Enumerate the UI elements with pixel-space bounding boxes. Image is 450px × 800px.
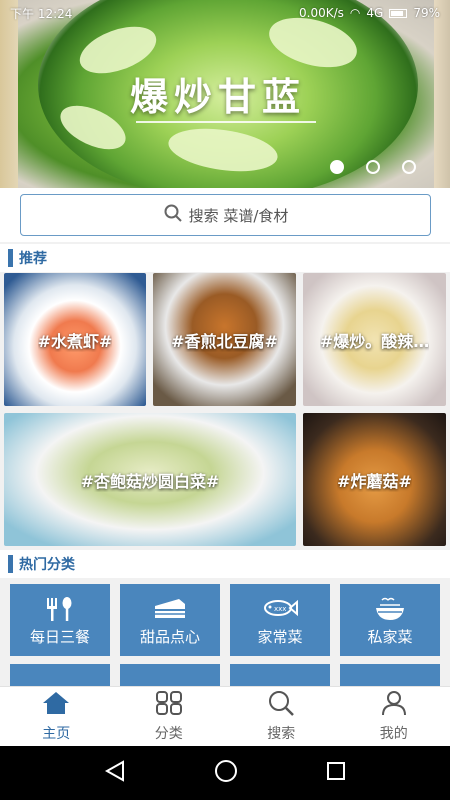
app-screen: 爆炒甘蓝 下午 12:24 0.00K/s ◠ 4G 79% 搜索 菜谱/食材 … [0, 0, 450, 746]
back-icon[interactable] [103, 759, 127, 787]
cake-icon [153, 596, 187, 626]
search-input[interactable]: 搜索 菜谱/食材 [20, 194, 431, 236]
carousel-dot-2[interactable] [366, 160, 380, 174]
recents-icon[interactable] [325, 760, 347, 786]
tab-label: 主页 [42, 726, 71, 742]
home-icon [41, 690, 71, 720]
recipe-card[interactable]: #炸蘑菇# [303, 413, 446, 546]
search-placeholder: 搜索 菜谱/食材 [188, 206, 289, 225]
status-time: 下午 12:24 [10, 6, 73, 21]
battery-icon [389, 8, 408, 18]
recipe-card-label: #水煮虾# [37, 331, 113, 351]
recipe-card-label: #香煎北豆腐# [171, 331, 278, 351]
signal-label: 4G [366, 6, 384, 20]
fork-spoon-icon [45, 596, 75, 626]
category-private-dishes[interactable]: 私家菜 [340, 584, 440, 656]
carousel-dot-1[interactable] [330, 160, 344, 174]
status-bar: 下午 12:24 0.00K/s ◠ 4G 79% [0, 0, 450, 26]
category-daily-meals[interactable]: 每日三餐 [10, 584, 110, 656]
banner-carousel[interactable]: 爆炒甘蓝 [0, 0, 450, 188]
category-home-cooking[interactable]: xxx 家常菜 [230, 584, 330, 656]
category-label: 甜品点心 [139, 628, 200, 646]
banner-prev-peek [0, 0, 18, 188]
tab-home[interactable]: 主页 [0, 687, 113, 746]
recipe-card-label: #爆炒。酸辣… [319, 331, 430, 351]
fish-icon: xxx [262, 596, 298, 624]
category-label: 私家菜 [367, 628, 413, 646]
home-button-icon[interactable] [213, 758, 239, 788]
tab-search[interactable]: 搜索 [225, 687, 338, 746]
battery-level: 79% [413, 6, 440, 20]
categories-header: 热门分类 [0, 550, 450, 578]
carousel-indicators [330, 160, 416, 174]
search-icon [267, 690, 295, 720]
banner-title-underline [136, 121, 316, 123]
recipe-card[interactable]: #水煮虾# [4, 273, 146, 406]
recipe-card[interactable]: #爆炒。酸辣… [303, 273, 446, 406]
grid-icon [155, 690, 183, 720]
recipe-card-label: #杏鲍菇炒圆白菜# [80, 471, 220, 491]
tab-label: 我的 [379, 726, 408, 742]
categories-title: 热门分类 [19, 557, 75, 573]
wifi-icon: ◠ [349, 6, 361, 20]
svg-text:xxx: xxx [274, 605, 286, 613]
category-label: 家常菜 [257, 628, 303, 646]
network-speed: 0.00K/s [299, 6, 344, 20]
search-icon [163, 203, 183, 227]
banner-next-peek [434, 0, 450, 188]
tab-categories[interactable]: 分类 [113, 687, 226, 746]
recipe-card-label: #炸蘑菇# [337, 471, 412, 491]
category-desserts[interactable]: 甜品点心 [120, 584, 220, 656]
tab-label: 搜索 [267, 726, 296, 742]
recipe-card[interactable]: #香煎北豆腐# [153, 273, 296, 406]
category-label: 每日三餐 [29, 628, 90, 646]
section-marker [8, 249, 13, 267]
banner-title: 爆炒甘蓝 [130, 74, 307, 119]
tab-label: 分类 [154, 726, 183, 742]
user-icon [380, 690, 408, 720]
recipe-card[interactable]: #杏鲍菇炒圆白菜# [4, 413, 296, 546]
bottom-tab-bar: 主页 分类 搜索 我的 [0, 686, 450, 746]
search-section: 搜索 菜谱/食材 [0, 188, 450, 242]
recommend-title: 推荐 [19, 251, 47, 267]
carousel-dot-3[interactable] [402, 160, 416, 174]
section-marker [8, 555, 13, 573]
noodle-bowl-icon [372, 596, 408, 628]
system-nav-bar [0, 746, 450, 800]
tab-profile[interactable]: 我的 [338, 687, 450, 746]
recommend-header: 推荐 [0, 244, 450, 272]
